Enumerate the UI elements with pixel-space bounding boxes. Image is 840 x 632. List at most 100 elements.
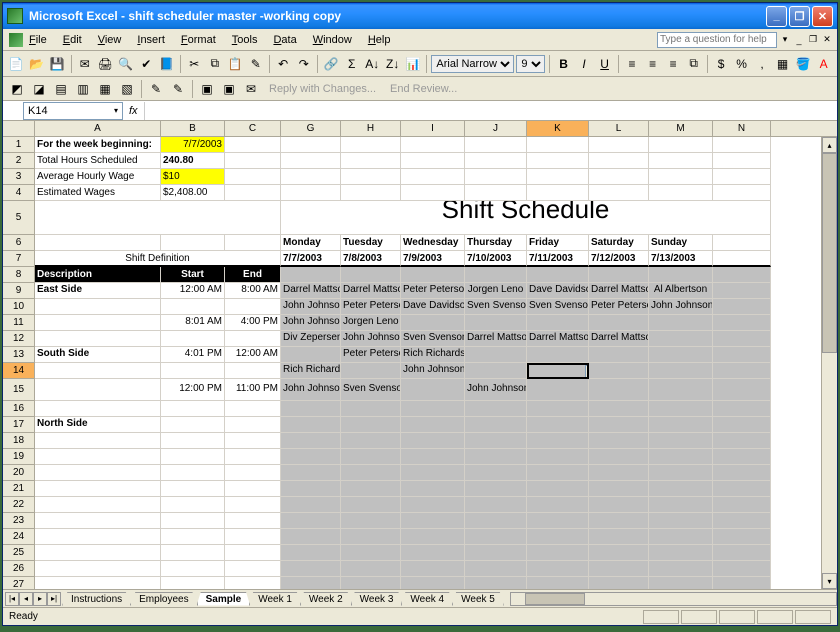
rev-btn-3[interactable]: ▤ bbox=[51, 79, 71, 99]
end-cell[interactable]: 8:00 AM bbox=[225, 283, 281, 299]
schedule-cell[interactable] bbox=[589, 577, 649, 589]
start-cell[interactable] bbox=[161, 545, 225, 561]
schedule-cell[interactable] bbox=[649, 577, 713, 589]
schedule-cell[interactable] bbox=[589, 379, 649, 401]
research-button[interactable]: 📘 bbox=[158, 54, 177, 74]
rev-btn-10[interactable]: ▣ bbox=[219, 79, 239, 99]
schedule-cell[interactable] bbox=[589, 449, 649, 465]
schedule-cell[interactable] bbox=[341, 401, 401, 417]
hours-value[interactable]: 240.80 bbox=[161, 153, 225, 169]
cell[interactable] bbox=[527, 169, 589, 185]
sheet-tab-sample[interactable]: Sample bbox=[197, 592, 251, 606]
cell[interactable] bbox=[465, 137, 527, 153]
menu-window[interactable]: Window bbox=[305, 32, 360, 48]
cell[interactable] bbox=[713, 561, 771, 577]
schedule-cell[interactable] bbox=[281, 417, 341, 433]
rev-btn-2[interactable]: ◪ bbox=[29, 79, 49, 99]
schedule-cell[interactable] bbox=[401, 529, 465, 545]
menu-help[interactable]: Help bbox=[360, 32, 399, 48]
schedule-cell[interactable]: Rich Richardson bbox=[281, 363, 341, 379]
schedule-cell[interactable]: Dave Davidson bbox=[401, 299, 465, 315]
cell[interactable] bbox=[713, 267, 771, 283]
cell[interactable] bbox=[341, 185, 401, 201]
paste-button[interactable]: 📋 bbox=[226, 54, 245, 74]
rev-btn-7[interactable]: ✎ bbox=[146, 79, 166, 99]
hdr-description[interactable]: Description bbox=[35, 267, 161, 283]
copy-button[interactable]: ⧉ bbox=[205, 54, 224, 74]
underline-button[interactable]: U bbox=[595, 54, 614, 74]
desc-cell[interactable] bbox=[35, 363, 161, 379]
maximize-button[interactable]: ❐ bbox=[789, 6, 810, 27]
percent-button[interactable]: % bbox=[732, 54, 751, 74]
wage-value[interactable]: $10 bbox=[161, 169, 225, 185]
start-cell[interactable] bbox=[161, 363, 225, 379]
rev-btn-4[interactable]: ▥ bbox=[73, 79, 93, 99]
start-cell[interactable]: 8:01 AM bbox=[161, 315, 225, 331]
start-cell[interactable] bbox=[161, 401, 225, 417]
end-cell[interactable] bbox=[225, 299, 281, 315]
schedule-cell[interactable] bbox=[527, 347, 589, 363]
desc-cell[interactable]: South Side bbox=[35, 347, 161, 363]
schedule-cell[interactable]: John Johnson bbox=[281, 379, 341, 401]
row-header-14[interactable]: 14 bbox=[3, 363, 35, 379]
cell[interactable] bbox=[401, 185, 465, 201]
schedule-cell[interactable] bbox=[589, 545, 649, 561]
schedule-cell[interactable] bbox=[281, 497, 341, 513]
row-header-24[interactable]: 24 bbox=[3, 529, 35, 545]
row-header-5[interactable]: 5 bbox=[3, 201, 35, 235]
col-header-H[interactable]: H bbox=[341, 121, 401, 136]
col-header-M[interactable]: M bbox=[649, 121, 713, 136]
cell[interactable] bbox=[35, 201, 281, 235]
desc-cell[interactable] bbox=[35, 577, 161, 589]
schedule-cell[interactable] bbox=[589, 497, 649, 513]
format-painter-button[interactable]: ✎ bbox=[247, 54, 266, 74]
menu-insert[interactable]: Insert bbox=[129, 32, 173, 48]
schedule-cell[interactable] bbox=[649, 363, 713, 379]
chart-button[interactable]: 📊 bbox=[404, 54, 423, 74]
undo-button[interactable]: ↶ bbox=[274, 54, 293, 74]
row-header-22[interactable]: 22 bbox=[3, 497, 35, 513]
schedule-cell[interactable] bbox=[589, 417, 649, 433]
cell[interactable] bbox=[713, 185, 771, 201]
cell[interactable] bbox=[713, 235, 771, 251]
start-cell[interactable]: 12:00 AM bbox=[161, 283, 225, 299]
schedule-cell[interactable] bbox=[649, 465, 713, 481]
cell[interactable] bbox=[341, 137, 401, 153]
day-label-4[interactable]: Friday bbox=[527, 235, 589, 251]
cell[interactable] bbox=[225, 153, 281, 169]
schedule-cell[interactable] bbox=[401, 577, 465, 589]
schedule-cell[interactable] bbox=[589, 465, 649, 481]
reply-changes-button[interactable]: Reply with Changes... bbox=[263, 83, 382, 95]
date-6[interactable]: 7/13/2003 bbox=[649, 251, 713, 267]
desc-cell[interactable] bbox=[35, 481, 161, 497]
schedule-cell[interactable] bbox=[649, 481, 713, 497]
day-label-0[interactable]: Monday bbox=[281, 235, 341, 251]
schedule-cell[interactable] bbox=[341, 465, 401, 481]
select-all-corner[interactable] bbox=[3, 121, 35, 136]
schedule-cell[interactable] bbox=[589, 433, 649, 449]
schedule-cell[interactable] bbox=[401, 497, 465, 513]
schedule-cell[interactable] bbox=[341, 513, 401, 529]
day-label-6[interactable]: Sunday bbox=[649, 235, 713, 251]
schedule-cell[interactable] bbox=[649, 513, 713, 529]
start-cell[interactable] bbox=[161, 449, 225, 465]
schedule-cell[interactable] bbox=[401, 401, 465, 417]
cell[interactable] bbox=[225, 185, 281, 201]
row-header-13[interactable]: 13 bbox=[3, 347, 35, 363]
spell-button[interactable]: ✔ bbox=[137, 54, 156, 74]
schedule-cell[interactable]: Sven Svenson bbox=[527, 299, 589, 315]
week-date[interactable]: 7/7/2003 bbox=[161, 137, 225, 153]
cell[interactable] bbox=[589, 137, 649, 153]
schedule-cell[interactable]: Jorgen Leno bbox=[465, 283, 527, 299]
save-button[interactable]: 💾 bbox=[48, 54, 67, 74]
cell[interactable] bbox=[713, 529, 771, 545]
row-header-6[interactable]: 6 bbox=[3, 235, 35, 251]
desc-cell[interactable] bbox=[35, 545, 161, 561]
date-1[interactable]: 7/8/2003 bbox=[341, 251, 401, 267]
end-cell[interactable] bbox=[225, 513, 281, 529]
sheet-tab-week-4[interactable]: Week 4 bbox=[401, 592, 453, 606]
schedule-cell[interactable] bbox=[401, 481, 465, 497]
desc-cell[interactable] bbox=[35, 561, 161, 577]
start-cell[interactable] bbox=[161, 577, 225, 589]
tab-last-button[interactable]: ▸| bbox=[47, 592, 61, 606]
